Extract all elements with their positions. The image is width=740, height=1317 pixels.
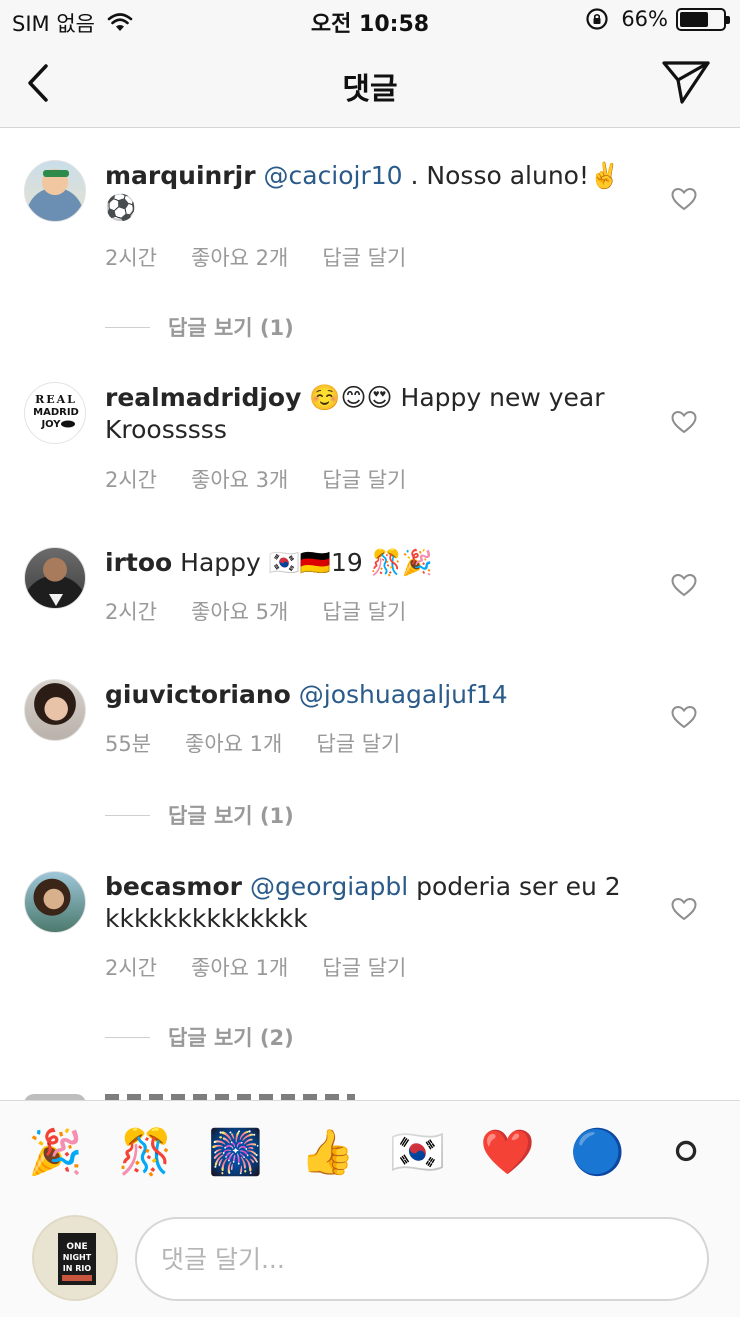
avatar[interactable] [24, 871, 86, 933]
comment-meta: 2시간 좋아요 5개 답글 달기 [105, 596, 406, 626]
realmadridjoy-logo: REAL MADRID JOY [33, 393, 79, 430]
comment-meta: 2시간 좋아요 2개 답글 달기 [105, 242, 406, 272]
like-heart-icon[interactable] [670, 572, 698, 598]
confetti-ball-emoji[interactable]: 🎊 [118, 1127, 173, 1179]
orientation-lock-icon [586, 8, 608, 30]
like-heart-icon[interactable] [670, 409, 698, 435]
comment-likes[interactable]: 좋아요 1개 [185, 728, 282, 758]
comment-time: 2시간 [105, 600, 158, 624]
one-night-in-rio-poster: ONE NIGHT IN RIO [58, 1233, 96, 1285]
comment-body: becasmor @georgiapbl poderia ser eu 2 kk… [105, 871, 650, 935]
comment-username[interactable]: realmadridjoy [105, 383, 301, 412]
like-heart-icon[interactable] [670, 896, 698, 922]
replies-divider [105, 326, 150, 328]
white-circle-emoji[interactable]: ⚪ [660, 1127, 712, 1179]
comment-likes[interactable]: 좋아요 2개 [191, 242, 288, 272]
comment-body: giuvictoriano @joshuagaljuf14 [105, 679, 650, 711]
comment-body: irtoo Happy 🇰🇷🇩🇪19 🎊🎉 [105, 547, 650, 579]
svg-text:REAL: REAL [35, 393, 77, 406]
view-replies[interactable]: 답글 보기 (1) [105, 800, 294, 830]
comment-time: 2시간 [105, 468, 158, 492]
red-heart-emoji[interactable]: ❤️ [480, 1127, 535, 1179]
avatar[interactable] [24, 547, 86, 609]
comment-mention[interactable]: @joshuagaljuf14 [299, 680, 508, 709]
avatar-figure-icon [43, 170, 69, 177]
status-right: 66% [585, 7, 730, 31]
comment-body: realmadridjoy ☺️😊😍 Happy new year Krooss… [105, 382, 650, 446]
svg-text:ONE: ONE [66, 1242, 87, 1252]
comment-meta: 2시간 좋아요 3개 답글 달기 [105, 464, 406, 494]
avatar[interactable]: REAL MADRID JOY [24, 382, 86, 444]
comment-body: marquinrjr @caciojr10 . Nosso aluno!✌️⚽ [105, 160, 650, 224]
thumbs-up-emoji[interactable]: 👍 [300, 1127, 355, 1179]
comment-likes[interactable]: 좋아요 1개 [191, 952, 288, 982]
quick-emoji-bar: 🎉 🎊 🎆 👍 🇰🇷 ❤️ 🔵 ⚪ [0, 1127, 740, 1181]
comment-username[interactable]: marquinrjr [105, 161, 256, 190]
nav-bar: 댓글 [0, 40, 740, 128]
comment-mention[interactable]: @georgiapbl [250, 872, 408, 901]
reply-button[interactable]: 답글 달기 [322, 464, 406, 494]
battery-percent: 66% [621, 7, 668, 31]
comment-input[interactable] [135, 1217, 709, 1301]
direct-send-icon[interactable] [660, 58, 712, 106]
like-heart-icon[interactable] [670, 704, 698, 730]
svg-text:JOY: JOY [40, 419, 61, 430]
like-heart-icon[interactable] [670, 186, 698, 212]
current-user-avatar: ONE NIGHT IN RIO [32, 1215, 118, 1301]
page-title: 댓글 [342, 72, 398, 107]
comment-meta: 2시간 좋아요 1개 답글 달기 [105, 952, 406, 982]
reply-button[interactable]: 답글 달기 [322, 952, 406, 982]
view-replies[interactable]: 답글 보기 (1) [105, 312, 294, 342]
comment-likes[interactable]: 좋아요 3개 [191, 464, 288, 494]
battery-fill [680, 11, 708, 27]
view-replies-label[interactable]: 답글 보기 (1) [168, 312, 294, 342]
comment-time: 2시간 [105, 246, 158, 270]
comment-username[interactable]: giuvictoriano [105, 680, 291, 709]
comment-time: 2시간 [105, 956, 158, 980]
party-popper-emoji[interactable]: 🎉 [28, 1127, 83, 1179]
comment-meta: 55분 좋아요 1개 답글 달기 [105, 728, 400, 758]
avatar[interactable] [24, 679, 86, 741]
view-replies-label[interactable]: 답글 보기 (2) [168, 1022, 294, 1052]
comment-time: 55분 [105, 732, 152, 756]
comment-username[interactable]: becasmor [105, 872, 242, 901]
view-replies[interactable]: 답글 보기 (2) [105, 1022, 294, 1052]
comment-username[interactable]: irtoo [105, 548, 172, 577]
avatar-figure-icon [49, 594, 63, 606]
comment-likes[interactable]: 좋아요 5개 [191, 596, 288, 626]
comment-text: Happy 🇰🇷🇩🇪19 🎊🎉 [172, 548, 434, 577]
reply-button[interactable]: 답글 달기 [322, 242, 406, 272]
svg-text:MADRID: MADRID [33, 407, 79, 418]
comment-mention[interactable]: @caciojr10 [264, 161, 403, 190]
fireworks-emoji[interactable]: 🎆 [208, 1127, 263, 1179]
comment-composer-area: 🎉 🎊 🎆 👍 🇰🇷 ❤️ 🔵 ⚪ ONE NIGHT IN RIO [0, 1100, 740, 1317]
status-bar: SIM 없음 오전 10:58 66% [0, 0, 740, 40]
blue-circle-emoji[interactable]: 🔵 [570, 1127, 625, 1179]
svg-text:IN RIO: IN RIO [63, 1264, 92, 1273]
korea-flag-emoji[interactable]: 🇰🇷 [390, 1127, 445, 1179]
view-replies-label[interactable]: 답글 보기 (1) [168, 800, 294, 830]
reply-button[interactable]: 답글 달기 [322, 596, 406, 626]
svg-text:NIGHT: NIGHT [63, 1253, 92, 1262]
replies-divider [105, 814, 150, 816]
battery-icon [676, 7, 730, 31]
avatar[interactable] [24, 160, 86, 222]
reply-button[interactable]: 답글 달기 [316, 728, 400, 758]
replies-divider [105, 1036, 150, 1038]
battery-cap [726, 15, 730, 24]
